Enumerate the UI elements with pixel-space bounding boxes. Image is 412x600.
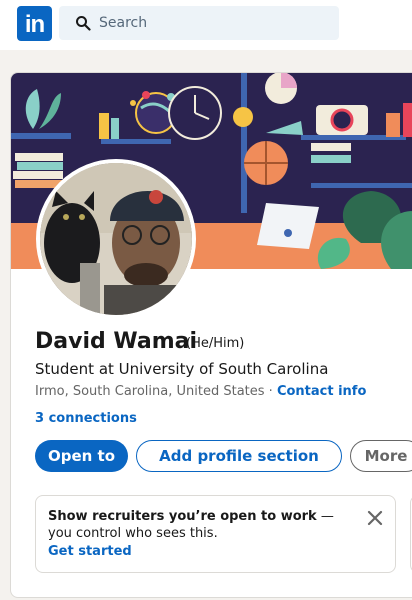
open-to-work-text: Show recruiters you’re open to work — yo… [48, 508, 348, 542]
camera-icon [316, 105, 368, 135]
search-icon [76, 16, 91, 31]
separator-dot: · [264, 384, 277, 399]
contact-info-link[interactable]: Contact info [277, 384, 366, 399]
add-profile-section-button[interactable]: Add profile section [136, 440, 342, 472]
open-to-button[interactable]: Open to [35, 440, 128, 472]
search-box[interactable] [59, 6, 339, 40]
clock-icon [168, 86, 222, 140]
more-button[interactable]: More [350, 440, 412, 472]
laptop-icon [257, 203, 319, 249]
open-to-work-bold: Show recruiters you’re open to work [48, 509, 317, 524]
profile-avatar[interactable] [36, 159, 196, 319]
profile-location: Irmo, South Carolina, United States [35, 384, 265, 399]
profile-name: David Wamai [35, 329, 198, 354]
linkedin-logo-icon[interactable]: in [17, 6, 52, 41]
location-row: Irmo, South Carolina, United States · Co… [35, 384, 366, 399]
profile-card: David Wamai (He/Him) Student at Universi… [10, 72, 412, 598]
profile-headline: Student at University of South Carolina [35, 360, 329, 378]
profile-pronouns: (He/Him) [186, 336, 245, 351]
get-started-link[interactable]: Get started [48, 544, 132, 559]
close-icon[interactable] [367, 510, 383, 526]
avatar-image [40, 163, 192, 315]
basketball-icon [244, 141, 288, 185]
top-nav-bar: in [0, 0, 412, 50]
search-input[interactable] [99, 6, 331, 40]
open-to-work-card: Show recruiters you’re open to work — yo… [35, 495, 396, 573]
logo-text: in [24, 11, 45, 38]
connections-link[interactable]: 3 connections [35, 411, 137, 426]
